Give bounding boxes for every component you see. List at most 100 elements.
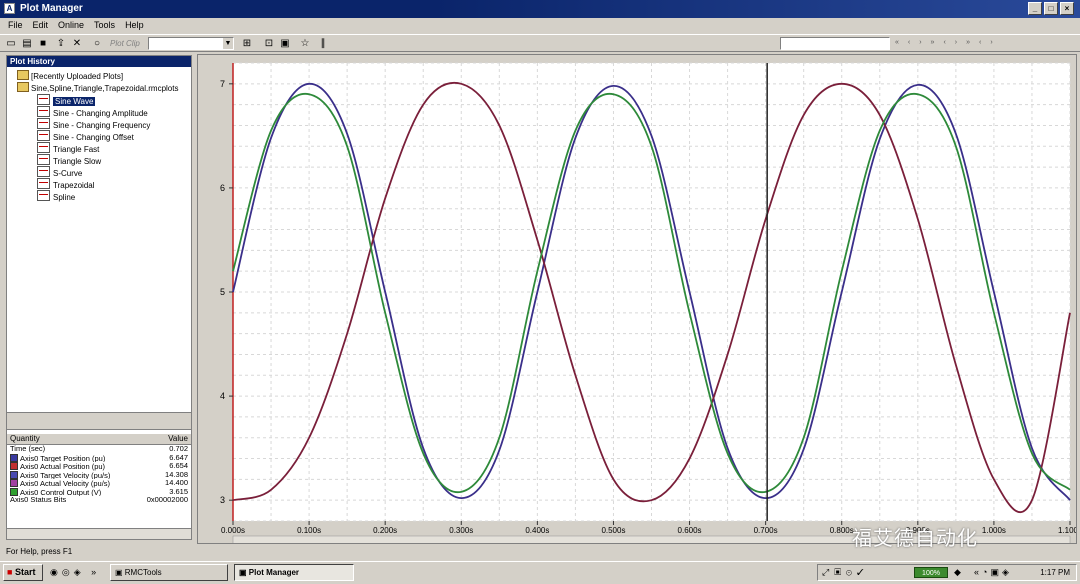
task-rmctools[interactable]: ▣ RMCTools <box>110 564 228 581</box>
new-icon[interactable]: ▭ <box>4 37 18 50</box>
table-row[interactable]: Axis0 Target Position (pu) 6.647 <box>7 453 191 462</box>
window-titlebar: A Plot Manager _ □ × <box>0 0 1080 18</box>
menu-help[interactable]: Help <box>125 18 144 33</box>
battery-indicator[interactable]: 100% <box>914 567 948 578</box>
menu-tools[interactable]: Tools <box>94 18 115 33</box>
tree-item-plot[interactable]: Triangle Fast <box>37 142 99 154</box>
status-text: For Help, press F1 <box>6 547 73 556</box>
zoom-icon[interactable]: ⊡ <box>262 37 276 50</box>
plot-icon <box>37 130 50 141</box>
menu-online[interactable]: Online <box>58 18 84 33</box>
tree-item-recent[interactable]: [Recently Uploaded Plots] <box>17 70 123 82</box>
table-row[interactable]: Axis0 Target Velocity (pu/s) 14.308 <box>7 470 191 479</box>
grid-icon[interactable]: ⊞ <box>240 37 254 50</box>
plot-icon <box>37 154 50 165</box>
x-tick-label: 0.300s <box>449 526 473 535</box>
table-row[interactable]: Axis0 Actual Position (pu) 6.654 <box>7 461 191 471</box>
maximize-button[interactable]: □ <box>1044 2 1058 15</box>
tree-item-plot[interactable]: Spline <box>37 190 75 202</box>
quantity-table: Quantity Value Time (sec) 0.702 Axis0 Tar… <box>7 434 191 505</box>
clock[interactable]: 1:17 PM <box>1040 567 1070 578</box>
x-tick-label: 0.700s <box>754 526 778 535</box>
x-tick-label: 0.000s <box>221 526 245 535</box>
plot-history-panel: Plot History [Recently Uploaded Plots] S… <box>6 55 192 540</box>
delete-icon[interactable]: ✕ <box>70 37 84 50</box>
close-button[interactable]: × <box>1060 2 1074 15</box>
horizontal-scrollbar[interactable] <box>7 528 191 539</box>
windows-logo-icon: ■ <box>7 567 13 577</box>
series-swatch[interactable] <box>10 487 18 496</box>
x-tick-label: 1.100s <box>1058 526 1076 535</box>
plot-icon <box>37 106 50 117</box>
plot-icon <box>37 178 50 189</box>
x-tick-label: 1.000s <box>982 526 1006 535</box>
plot-icon <box>37 94 50 105</box>
panel-splitter[interactable] <box>7 412 191 430</box>
x-tick-label: 0.800s <box>830 526 854 535</box>
series-swatch[interactable] <box>10 470 18 479</box>
plot-icon <box>37 142 50 153</box>
system-tray: ⤢▣⊙✓ 100% ◆ «◔▣◈ 1:17 PM <box>817 564 1077 581</box>
series-swatch[interactable] <box>10 462 18 470</box>
x-tick-label: 0.200s <box>373 526 397 535</box>
x-tick-label: 0.600s <box>678 526 702 535</box>
table-row[interactable]: Time (sec) 0.702 <box>7 444 191 454</box>
chevron-down-icon[interactable]: ▼ <box>223 38 233 49</box>
menu-bar: File Edit Online Tools Help <box>0 18 1080 33</box>
plot-icon <box>37 118 50 129</box>
record-icon[interactable]: ○ <box>90 37 104 50</box>
toolbar: ▭ ▤ ■ ⇪ ✕ ○ Plot Clip ▼ ⊞ ⊡ ▣ ☆ ∥ «‹›»‹›… <box>0 34 1080 52</box>
app-icon: A <box>4 3 15 14</box>
tree-item-plot[interactable]: Sine - Changing Offset <box>37 130 134 142</box>
tree-item-plot[interactable]: S-Curve <box>37 166 82 178</box>
y-tick-label: 6 <box>220 183 225 193</box>
window-controls: _ □ × <box>1028 2 1074 15</box>
motion-plot[interactable]: 3 4 5 6 7 0.000s 0.100s 0.200s 0.300s 0.400s 0.500… <box>198 55 1080 545</box>
task-plot-manager[interactable]: ▣ Plot Manager <box>234 564 354 581</box>
folder-icon <box>17 70 29 80</box>
y-tick-label: 5 <box>220 287 225 297</box>
plot-range-combo[interactable] <box>780 37 890 50</box>
column-quantity[interactable]: Quantity <box>7 434 135 444</box>
power-icon[interactable]: ◆ <box>954 567 961 578</box>
tree-item-plot[interactable]: Triangle Slow <box>37 154 101 166</box>
plot-area[interactable]: 3 4 5 6 7 0.000s 0.100s 0.200s 0.300s 0.400s 0.500… <box>197 54 1080 545</box>
table-row[interactable]: Axis0 Status Bits 0x00002000 <box>7 495 191 505</box>
import-icon[interactable]: ⇪ <box>54 37 68 50</box>
start-button[interactable]: ■ Start <box>3 564 43 581</box>
tree-item-plot[interactable]: Sine Wave <box>37 94 96 106</box>
y-tick-label: 7 <box>220 79 225 89</box>
fit-icon[interactable]: ▣ <box>278 37 292 50</box>
column-value[interactable]: Value <box>135 434 191 444</box>
y-tick-label: 3 <box>220 495 225 505</box>
app-icon: ▣ <box>115 568 125 577</box>
window-title: Plot Manager <box>20 3 83 14</box>
quick-launch[interactable]: ◉◎◈ » <box>50 567 100 578</box>
tree-item-file[interactable]: Sine,Spline,Triangle,Trapezoidal.rmcplot… <box>17 82 178 94</box>
tree-item-plot[interactable]: Trapezoidal <box>37 178 95 190</box>
plot-clip-combo[interactable]: ▼ <box>148 37 234 50</box>
x-tick-label: 0.100s <box>297 526 321 535</box>
tray-icons[interactable]: «◔▣◈ <box>974 567 1012 578</box>
minimize-button[interactable]: _ <box>1028 2 1042 15</box>
y-tick-label: 4 <box>220 391 225 401</box>
x-tick-label: 0.400s <box>525 526 549 535</box>
series-swatch[interactable] <box>10 453 18 462</box>
menu-edit[interactable]: Edit <box>33 18 49 33</box>
open-icon[interactable]: ▤ <box>20 37 34 50</box>
series-swatch[interactable] <box>10 479 18 487</box>
table-row[interactable]: Axis0 Actual Velocity (pu/s) 14.400 <box>7 478 191 488</box>
plot-icon <box>37 190 50 201</box>
save-icon[interactable]: ■ <box>36 37 50 50</box>
table-header: Quantity Value <box>7 434 191 445</box>
app-icon: ▣ <box>239 568 249 577</box>
star-icon[interactable]: ☆ <box>298 37 312 50</box>
pause-icon[interactable]: ∥ <box>316 37 330 50</box>
tree-item-plot[interactable]: Sine - Changing Frequency <box>37 118 150 130</box>
tree-item-plot[interactable]: Sine - Changing Amplitude <box>37 106 148 118</box>
tray-icons[interactable]: ⤢▣⊙✓ <box>822 567 869 578</box>
menu-file[interactable]: File <box>8 18 23 33</box>
nav-buttons[interactable]: «‹›»‹›»‹› <box>895 39 1002 46</box>
panel-title: Plot History <box>7 56 191 67</box>
taskbar: ■ Start ◉◎◈ » ▣ RMCTools ▣ Plot Manager … <box>0 561 1080 584</box>
